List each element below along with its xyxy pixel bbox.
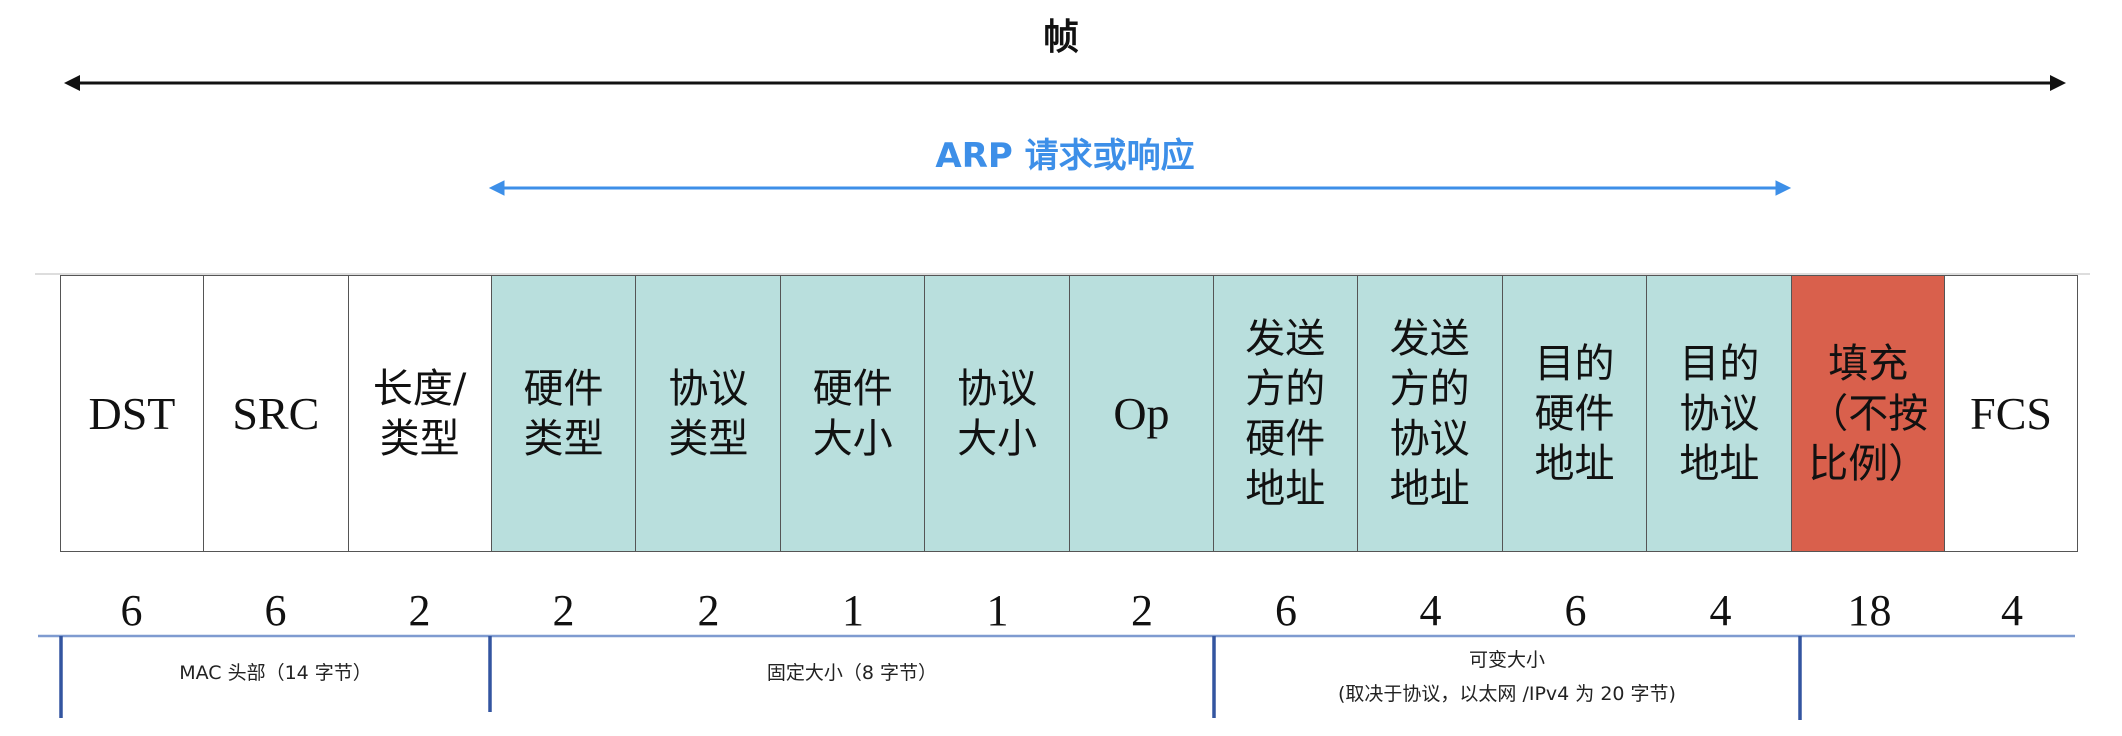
field-cell: 目的 硬件 地址 [1502, 276, 1648, 551]
field-size: 6 [120, 586, 143, 635]
field-cell: 硬件 大小 [781, 276, 926, 551]
field-size: 18 [1847, 586, 1892, 635]
field-cell: 长度/ 类型 [348, 276, 492, 551]
field-size: 4 [2001, 586, 2023, 635]
field-size: 1 [842, 586, 864, 635]
field-cell: 填充 （不按 比例） [1792, 276, 1946, 551]
field-size: 6 [264, 586, 287, 635]
field-cell: 发送 方的 硬件 地址 [1213, 276, 1358, 551]
field-size: 6 [1564, 586, 1587, 635]
frame-fields-table: DST SRC 长度/ 类型 硬件 类型 协议 类型 硬件 大小 协议 大小 Op 发送 方的 … [60, 275, 2078, 552]
field-size: 1 [986, 586, 1009, 635]
field-size: 6 [1275, 586, 1297, 635]
field-size: 4 [1709, 586, 1732, 635]
field-size: 2 [1131, 586, 1153, 635]
field-cell: 协议 大小 [925, 276, 1071, 551]
field-size: 2 [552, 586, 575, 635]
field-cell: Op [1070, 276, 1214, 551]
field-cell: FCS [1945, 276, 2078, 551]
group-mac-header: MAC 头部（14 字节） [179, 662, 372, 684]
field-cell: 协议 类型 [636, 276, 782, 551]
field-cell: 目的 协议 地址 [1647, 276, 1793, 551]
field-size: 2 [408, 586, 431, 635]
field-size: 4 [1419, 586, 1442, 635]
arp-arrow [488, 180, 1792, 196]
field-size: 2 [697, 586, 720, 635]
frame-arrow [64, 75, 2066, 91]
field-cell: DST [61, 276, 204, 551]
group-fixed-size: 固定大小（8 字节） [766, 662, 938, 684]
field-cell: SRC [203, 276, 349, 551]
field-cell: 硬件 类型 [491, 276, 637, 551]
field-cell: 发送 方的 协议 地址 [1357, 276, 1503, 551]
group-variable-size: 可变大小 (取决于协议，以太网 /IPv4 为 20 字节) [1338, 649, 1676, 706]
